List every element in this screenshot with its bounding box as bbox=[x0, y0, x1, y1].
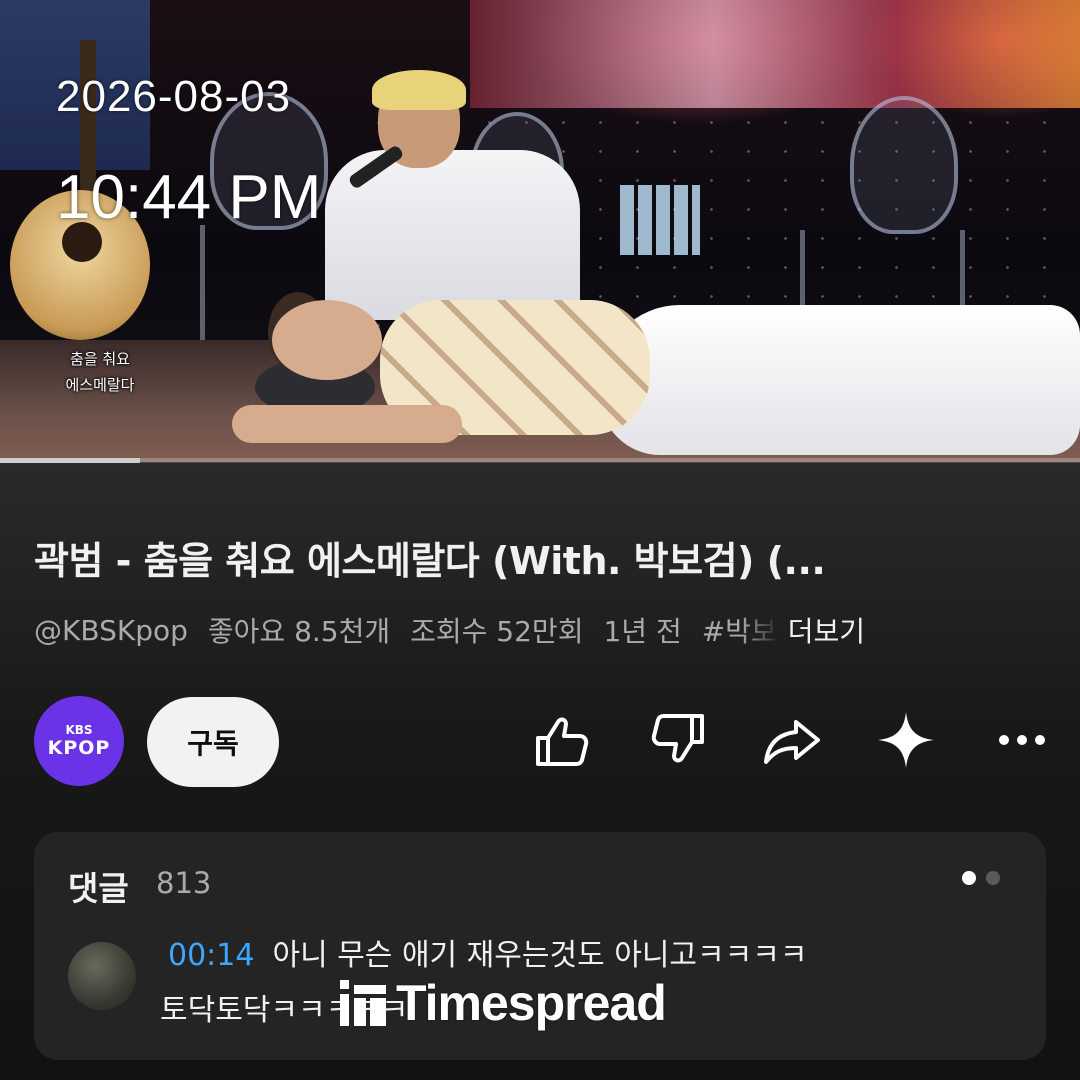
page-dot bbox=[962, 871, 976, 885]
page-dot bbox=[986, 871, 1000, 885]
subscribe-button[interactable]: 구독 bbox=[147, 697, 279, 787]
dislike-button[interactable] bbox=[646, 708, 710, 772]
comment-timestamp-link[interactable]: 00:14 bbox=[168, 938, 254, 973]
video-player[interactable]: 춤을 춰요 에스메랄다 2026-08-03 10:44 PM bbox=[0, 0, 1080, 462]
comment-text-line: 아니 무슨 애기 재우는것도 아니고ㅋㅋㅋㅋ bbox=[272, 938, 808, 973]
commenter-avatar[interactable] bbox=[68, 942, 136, 1010]
like-icon bbox=[536, 717, 589, 766]
top-comment-text[interactable]: 00:14 아니 무슨 애기 재우는것도 아니고ㅋㅋㅋㅋ bbox=[168, 930, 807, 974]
upload-age: 1년 전 bbox=[603, 615, 682, 648]
caption-line: 춤을 춰요 bbox=[70, 350, 130, 368]
caption-line: 에스메랄다 bbox=[65, 376, 135, 394]
ask-ai-button[interactable] bbox=[874, 708, 938, 772]
dislike-icon bbox=[651, 714, 704, 763]
video-meta-row[interactable]: @KBSKpop 좋아요 8.5천개 조회수 52만회 1년 전 #박보검 더보… bbox=[34, 610, 865, 650]
watermark-logo-icon bbox=[340, 980, 386, 1026]
channel-avatar[interactable]: KBS KPOP bbox=[34, 696, 124, 786]
water-bottles bbox=[620, 185, 700, 255]
stage-chair bbox=[850, 96, 958, 234]
sparkle-icon bbox=[878, 712, 934, 768]
avatar-text-kbs: KBS bbox=[65, 723, 93, 737]
watermark-text: Timespread bbox=[396, 975, 667, 1031]
hashtag-link[interactable]: #박보검 bbox=[702, 610, 780, 650]
more-link[interactable]: 더보기 bbox=[788, 610, 865, 650]
like-count: 좋아요 8.5천개 bbox=[207, 615, 391, 648]
singer-hair bbox=[372, 70, 466, 110]
overlay-time: 10:44 PM bbox=[56, 163, 322, 232]
overlay-date: 2026-08-03 bbox=[56, 72, 292, 121]
more-options-button[interactable] bbox=[990, 708, 1054, 772]
more-icon bbox=[999, 735, 1045, 745]
video-title[interactable]: 곽범 - 춤을 춰요 에스메랄다 (With. 박보검) (... bbox=[34, 530, 1034, 585]
channel-handle[interactable]: @KBSKpop bbox=[34, 614, 188, 647]
watermark: Timespread bbox=[340, 974, 667, 1032]
share-button[interactable] bbox=[760, 708, 824, 772]
avatar-text-kpop: KPOP bbox=[47, 737, 111, 759]
video-caption: 춤을 춰요 에스메랄다 bbox=[50, 346, 150, 398]
like-button[interactable] bbox=[530, 708, 594, 772]
view-count: 조회수 52만회 bbox=[410, 615, 584, 648]
lying-performer-legs bbox=[600, 305, 1080, 455]
share-icon bbox=[764, 720, 820, 764]
lying-performer-arm bbox=[232, 405, 462, 443]
comments-page-indicator bbox=[962, 871, 1000, 885]
comments-count: 813 bbox=[156, 866, 212, 900]
comments-title: 댓글 bbox=[68, 869, 129, 908]
stage-screen bbox=[470, 0, 1080, 108]
lying-performer-head bbox=[272, 300, 382, 380]
